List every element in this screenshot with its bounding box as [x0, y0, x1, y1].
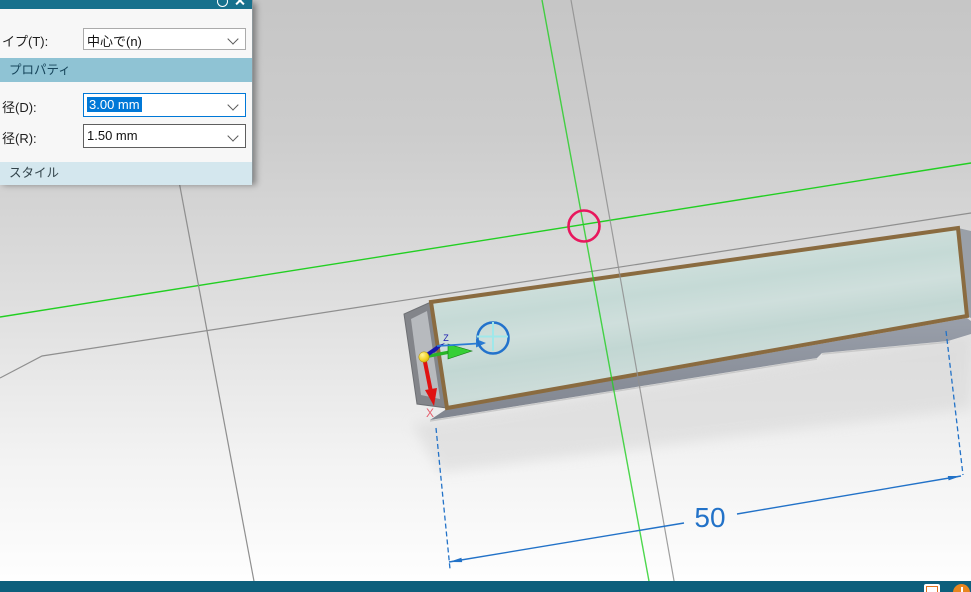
dialog-body: イプ(T): 中心で(n) プロパティ 径(D): 3.00 mm 径(R): …	[0, 9, 252, 181]
dimension-arrowhead-right	[948, 476, 961, 480]
diameter-dropdown[interactable]: 3.00 mm	[83, 93, 246, 117]
triad-z-axis-label: Z	[443, 333, 449, 343]
type-label: イプ(T):	[2, 31, 48, 50]
type-dropdown[interactable]: 中心で(n)	[83, 28, 246, 50]
dialog-titlebar[interactable]	[0, 0, 252, 9]
add-new-icon[interactable]	[953, 584, 970, 592]
radius-dropdown-value: 1.50 mm	[87, 128, 138, 143]
diameter-dropdown-value: 3.00 mm	[87, 97, 142, 112]
chevron-down-icon	[227, 99, 238, 110]
dimension-arrowhead-left	[449, 558, 462, 562]
chevron-down-icon	[227, 130, 238, 141]
app-window-icon[interactable]	[924, 584, 940, 592]
chevron-down-icon	[227, 33, 238, 44]
diameter-label: 径(D):	[2, 97, 37, 116]
type-dropdown-value: 中心で(n)	[87, 31, 142, 50]
dimension-line-left-segment	[449, 523, 684, 562]
radius-label: 径(R):	[2, 128, 37, 147]
section-header-style[interactable]: スタイル	[0, 162, 252, 185]
taskbar[interactable]	[0, 581, 971, 592]
section-header-properties[interactable]: プロパティ	[0, 58, 252, 82]
dimension-value-text[interactable]: 50	[694, 502, 725, 533]
close-icon[interactable]	[234, 0, 245, 6]
dimension-line-right-segment	[737, 476, 961, 514]
triad-origin-ball[interactable]	[419, 352, 429, 362]
help-icon[interactable]	[217, 0, 228, 7]
radius-dropdown[interactable]: 1.50 mm	[83, 124, 246, 148]
triad-x-axis-label: X	[426, 406, 434, 420]
cad-application-window: 50 X Z	[0, 0, 971, 592]
hole-properties-dialog: イプ(T): 中心で(n) プロパティ 径(D): 3.00 mm 径(R): …	[0, 0, 253, 182]
